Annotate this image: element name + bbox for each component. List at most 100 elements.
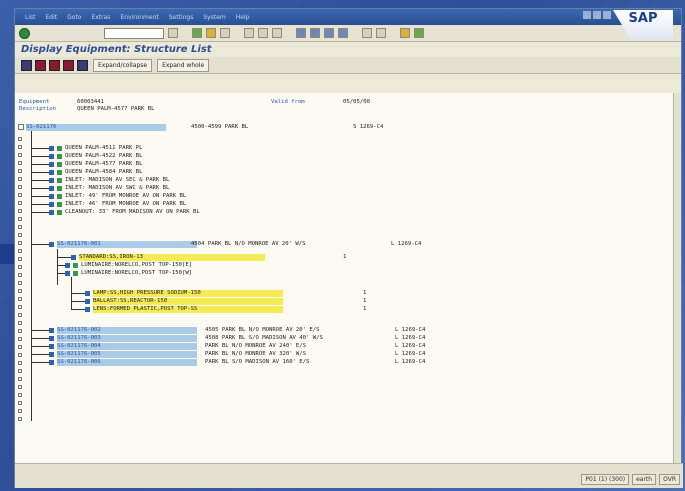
row-marker[interactable] bbox=[18, 273, 22, 277]
menu-goto[interactable]: Goto bbox=[67, 14, 81, 21]
equipment-icon bbox=[49, 162, 54, 167]
find-next-icon[interactable] bbox=[272, 28, 282, 38]
row-marker[interactable] bbox=[18, 377, 22, 381]
row-marker[interactable] bbox=[18, 193, 22, 197]
sibling-id[interactable]: SS-021176-005 bbox=[57, 351, 197, 358]
next-page-icon[interactable] bbox=[324, 28, 334, 38]
print-icon[interactable] bbox=[244, 28, 254, 38]
folder-icon bbox=[49, 352, 54, 357]
sibling-id[interactable]: SS-021176-003 bbox=[57, 335, 197, 342]
root-id[interactable]: SS-021176 bbox=[26, 124, 166, 131]
sibling-id[interactable]: SS-021176-006 bbox=[57, 359, 197, 366]
list-item[interactable]: INLET: MADISON AV SEC & PARK BL bbox=[65, 177, 169, 184]
detail-icon[interactable] bbox=[63, 59, 74, 71]
luminaire-w[interactable]: LUMINAIRE:NORELCO,POST TOP-150[W] bbox=[81, 270, 192, 277]
row-marker[interactable] bbox=[18, 297, 22, 301]
row-marker[interactable] bbox=[18, 361, 22, 365]
row-marker[interactable] bbox=[18, 369, 22, 373]
list-item[interactable]: QUEEN PALM-4511 PARK PL bbox=[65, 145, 142, 152]
row-marker[interactable] bbox=[18, 265, 22, 269]
sibling-id[interactable]: SS-021176-002 bbox=[57, 327, 197, 334]
row-marker[interactable] bbox=[18, 289, 22, 293]
cancel-icon[interactable] bbox=[220, 28, 230, 38]
command-field[interactable] bbox=[104, 27, 164, 39]
row-marker[interactable] bbox=[18, 225, 22, 229]
subroot-id[interactable]: SS-021176-001 bbox=[57, 241, 197, 248]
luminaire-e[interactable]: LUMINAIRE:NORELCO,POST TOP-150[E] bbox=[81, 262, 192, 269]
find-icon[interactable] bbox=[258, 28, 268, 38]
sibling-id[interactable]: SS-021176-004 bbox=[57, 343, 197, 350]
row-marker[interactable] bbox=[18, 177, 22, 181]
session-info[interactable]: P01 (1) (300) bbox=[581, 474, 630, 485]
row-marker[interactable] bbox=[18, 145, 22, 149]
enter-icon[interactable] bbox=[19, 27, 30, 39]
list-item[interactable]: INLET: 49' FROM MONROE AV ON PARK BL bbox=[65, 193, 186, 200]
row-marker[interactable] bbox=[18, 337, 22, 341]
select-icon[interactable] bbox=[35, 59, 46, 71]
component-lamp[interactable]: LAMP:SS,HIGH PRESSURE SODIUM-150 bbox=[93, 290, 283, 297]
shortcut-icon[interactable] bbox=[376, 28, 386, 38]
description-value: QUEEN PALM-4577 PARK BL bbox=[77, 106, 155, 112]
row-marker[interactable] bbox=[18, 209, 22, 213]
row-marker[interactable] bbox=[18, 329, 22, 333]
back-icon[interactable] bbox=[192, 28, 202, 38]
last-page-icon[interactable] bbox=[338, 28, 348, 38]
root-checkbox[interactable] bbox=[18, 124, 24, 130]
row-marker[interactable] bbox=[18, 201, 22, 205]
vertical-scrollbar[interactable] bbox=[673, 93, 681, 463]
list-item[interactable]: QUEEN PALM-4522 PARK BL bbox=[65, 153, 142, 160]
layout-icon[interactable] bbox=[414, 28, 424, 38]
row-marker[interactable] bbox=[18, 249, 22, 253]
deselect-icon[interactable] bbox=[49, 59, 60, 71]
list-item[interactable]: QUEEN PALM-4577 PARK BL bbox=[65, 161, 142, 168]
expand-whole-button[interactable]: Expand whole bbox=[157, 58, 210, 72]
list-item[interactable]: QUEEN PALM-4584 PARK BL bbox=[65, 169, 142, 176]
menu-environment[interactable]: Environment bbox=[120, 14, 158, 21]
menu-help[interactable]: Help bbox=[236, 14, 250, 21]
row-marker[interactable] bbox=[18, 345, 22, 349]
first-page-icon[interactable] bbox=[296, 28, 306, 38]
row-marker[interactable] bbox=[18, 137, 22, 141]
maximize-icon[interactable] bbox=[593, 11, 601, 19]
row-marker[interactable] bbox=[18, 393, 22, 397]
list-item[interactable]: INLET: 46' FROM MONROE AV ON PARK BL bbox=[65, 201, 186, 208]
menu-list[interactable]: List bbox=[25, 14, 36, 21]
row-marker[interactable] bbox=[18, 169, 22, 173]
row-marker[interactable] bbox=[18, 153, 22, 157]
row-marker[interactable] bbox=[18, 409, 22, 413]
expand-collapse-button[interactable]: Expand/collapse bbox=[93, 58, 153, 72]
help-icon[interactable] bbox=[400, 28, 410, 38]
row-marker[interactable] bbox=[18, 281, 22, 285]
component-lens[interactable]: LENS:FORMED PLASTIC,POST TOP-SS bbox=[93, 306, 283, 313]
exit-icon[interactable] bbox=[206, 28, 216, 38]
row-marker[interactable] bbox=[18, 321, 22, 325]
standard-item[interactable]: STANDARD:SS,IRON-13 bbox=[79, 254, 265, 261]
row-marker[interactable] bbox=[18, 401, 22, 405]
menu-edit[interactable]: Edit bbox=[46, 14, 58, 21]
menu-extras[interactable]: Extras bbox=[91, 14, 110, 21]
grid-icon[interactable] bbox=[21, 59, 32, 71]
row-marker[interactable] bbox=[18, 185, 22, 189]
row-marker[interactable] bbox=[18, 305, 22, 309]
save-icon[interactable] bbox=[168, 28, 178, 38]
row-marker[interactable] bbox=[18, 353, 22, 357]
list-item[interactable]: INLET: MADISON AV SWC & PARK BL bbox=[65, 185, 169, 192]
horizontal-scrollbar[interactable] bbox=[15, 463, 683, 471]
menu-settings[interactable]: Settings bbox=[169, 14, 194, 21]
close-icon[interactable] bbox=[603, 11, 611, 19]
row-marker[interactable] bbox=[18, 313, 22, 317]
row-marker[interactable] bbox=[18, 417, 22, 421]
structure-icon[interactable] bbox=[77, 59, 88, 71]
row-marker[interactable] bbox=[18, 257, 22, 261]
row-marker[interactable] bbox=[18, 385, 22, 389]
list-item[interactable]: CLEANOUT: 33' FROM MADISON AV ON PARK BL bbox=[65, 209, 200, 216]
component-ballast[interactable]: BALLAST:SS,REACTOR-150 bbox=[93, 298, 283, 305]
row-marker[interactable] bbox=[18, 161, 22, 165]
row-marker[interactable] bbox=[18, 217, 22, 221]
menu-system[interactable]: System bbox=[203, 14, 225, 21]
prev-page-icon[interactable] bbox=[310, 28, 320, 38]
minimize-icon[interactable] bbox=[583, 11, 591, 19]
row-marker[interactable] bbox=[18, 233, 22, 237]
new-session-icon[interactable] bbox=[362, 28, 372, 38]
row-marker[interactable] bbox=[18, 241, 22, 245]
